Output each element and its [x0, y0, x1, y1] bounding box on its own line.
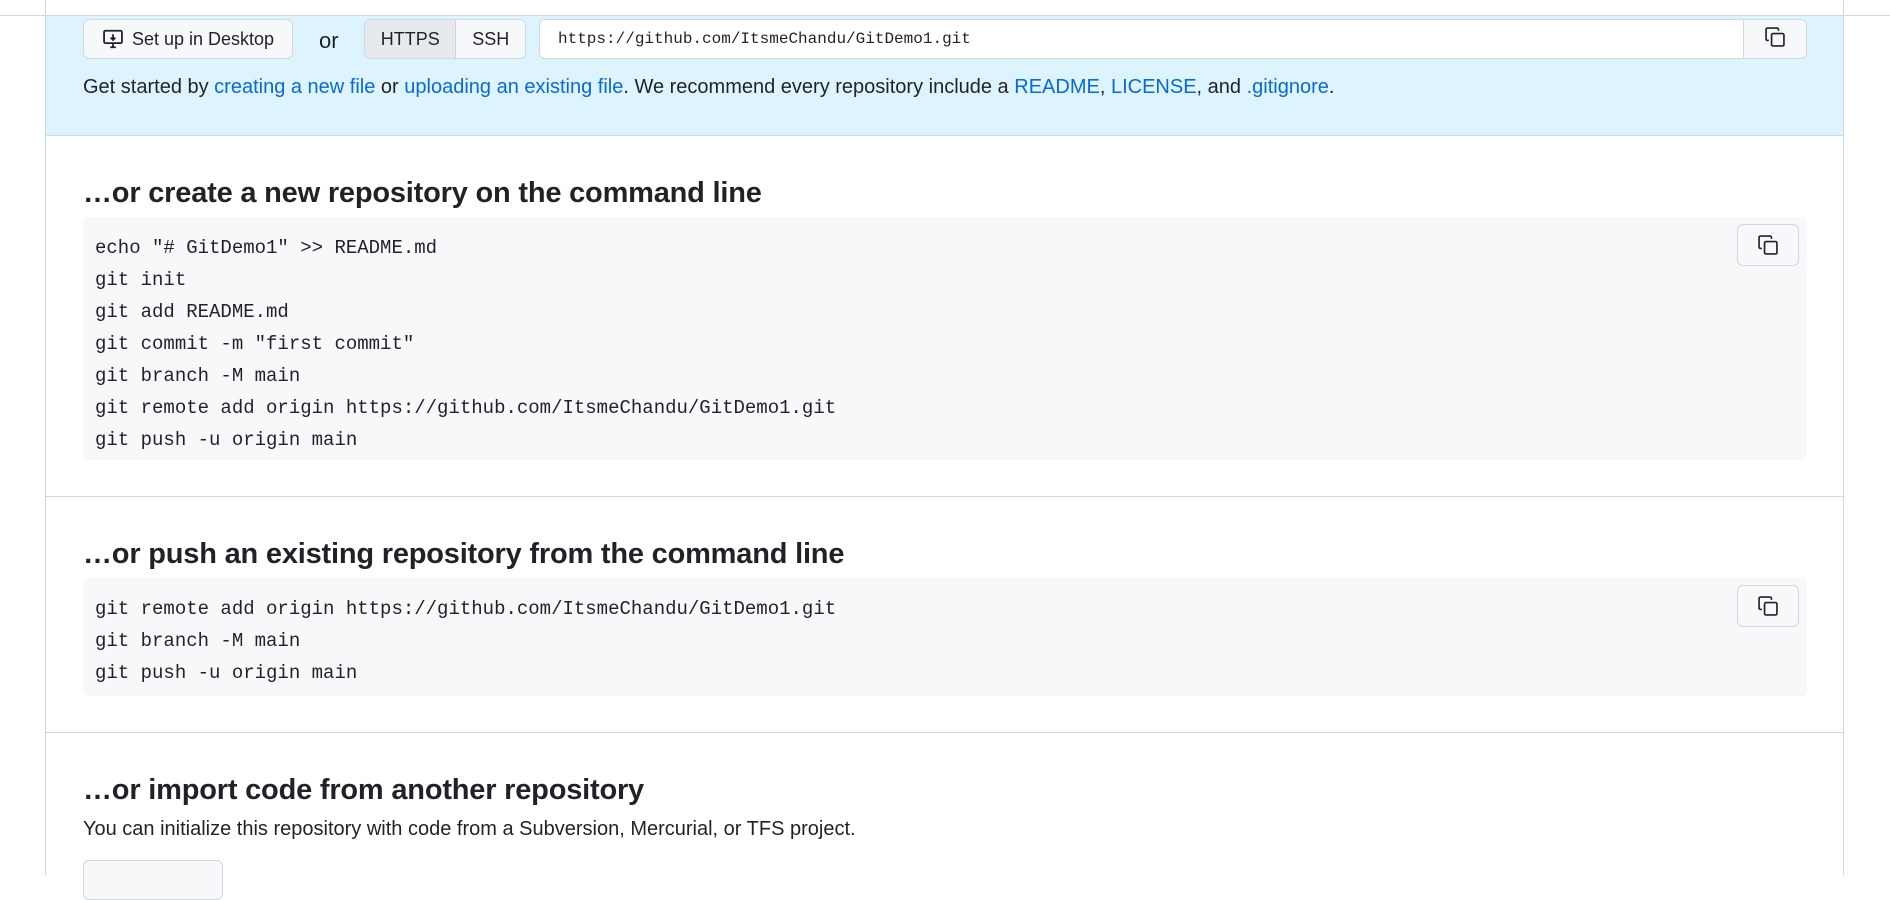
push-existing-repo-heading: …or push an existing repository from the… — [83, 538, 845, 570]
code-line: git push -u origin main — [95, 429, 358, 451]
code-line: git branch -M main — [95, 630, 301, 652]
import-code-heading: …or import code from another repository — [83, 774, 644, 806]
upload-existing-file-link[interactable]: uploading an existing file — [404, 76, 623, 98]
create-new-repo-code: echo "# GitDemo1" >> README.md git init … — [83, 217, 1807, 460]
copy-icon — [1757, 234, 1779, 256]
create-new-repo-heading: …or create a new repository on the comma… — [83, 177, 762, 209]
period-text: . — [1328, 76, 1335, 98]
or-separator: or — [319, 28, 339, 53]
code-line: git push -u origin main — [95, 662, 358, 684]
import-code-button[interactable] — [83, 860, 223, 900]
quick-setup-box: Set up in Desktop or HTTPS SSH Get start… — [46, 16, 1843, 136]
license-link[interactable]: LICENSE — [1111, 76, 1197, 98]
code-line: git branch -M main — [95, 365, 301, 387]
code-line: echo "# GitDemo1" >> README.md — [95, 237, 438, 259]
readme-link[interactable]: README — [1014, 76, 1100, 98]
setup-in-desktop-button[interactable]: Set up in Desktop — [83, 19, 293, 59]
create-new-file-link[interactable]: creating a new file — [214, 76, 375, 98]
code-line: git remote add origin https://github.com… — [95, 397, 837, 419]
get-started-text: Get started by creating a new file or up… — [83, 76, 1334, 99]
get-started-or: or — [375, 76, 405, 98]
code-line: git add README.md — [95, 301, 289, 323]
https-tab[interactable]: HTTPS — [365, 20, 457, 58]
copy-push-commands-button[interactable] — [1737, 585, 1799, 627]
empty-repo-panel: Set up in Desktop or HTTPS SSH Get start… — [45, 0, 1844, 900]
push-existing-repo-section: …or push an existing repository from the… — [46, 496, 1843, 733]
code-line: git remote add origin https://github.com… — [95, 598, 837, 620]
code-line: git init — [95, 269, 187, 291]
ssh-tab[interactable]: SSH — [456, 20, 525, 58]
protocol-toggle: HTTPS SSH — [364, 19, 526, 59]
copy-url-button[interactable] — [1743, 20, 1806, 58]
copy-icon — [1757, 595, 1779, 617]
copy-create-commands-button[interactable] — [1737, 224, 1799, 266]
clone-url-box — [539, 19, 1807, 59]
get-started-prefix: Get started by — [83, 76, 215, 98]
create-new-repo-section: …or create a new repository on the comma… — [46, 135, 1843, 497]
setup-in-desktop-label: Set up in Desktop — [131, 28, 275, 49]
push-existing-repo-code: git remote add origin https://github.com… — [83, 578, 1807, 696]
clone-url-input[interactable] — [540, 20, 1743, 58]
and-text: , and — [1196, 76, 1247, 98]
comma-text: , — [1099, 76, 1111, 98]
code-line: git commit -m "first commit" — [95, 333, 415, 355]
import-code-description: You can initialize this repository with … — [83, 818, 856, 840]
import-code-section: …or import code from another repository … — [46, 732, 1843, 900]
recommend-text: . We recommend every repository include … — [623, 76, 1015, 98]
gitignore-link[interactable]: .gitignore — [1247, 76, 1329, 98]
copy-icon — [1764, 26, 1786, 53]
desktop-download-icon — [102, 28, 124, 50]
